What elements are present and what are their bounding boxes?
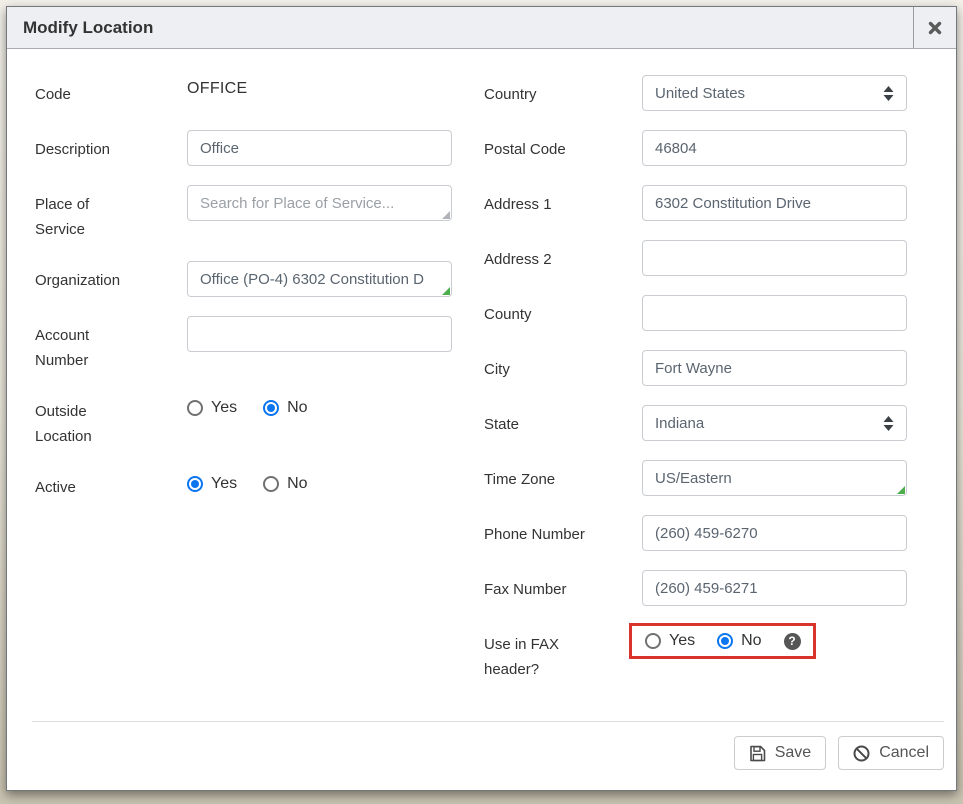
radio-label: Yes: [211, 475, 237, 493]
use-in-fax-header-label: Use in FAX header?: [484, 625, 642, 682]
country-label: Country: [484, 75, 642, 107]
postal-code-label: Postal Code: [484, 130, 642, 162]
field-fax-number: Fax Number: [484, 570, 912, 606]
close-icon: [928, 21, 942, 35]
code-label: Code: [35, 75, 187, 107]
radio-icon: [645, 633, 661, 649]
time-zone-label: Time Zone: [484, 460, 642, 492]
save-button[interactable]: Save: [734, 736, 826, 770]
outside-location-label: Outside Location: [35, 392, 187, 449]
address-2-input[interactable]: [642, 240, 907, 276]
modal-footer: Save Cancel: [7, 721, 956, 790]
field-code: Code OFFICE: [35, 75, 453, 111]
modify-location-modal: Modify Location Code OFFICE Description …: [6, 6, 957, 791]
county-label: County: [484, 295, 642, 327]
modal-body: Code OFFICE Description Place of Service…: [7, 49, 956, 682]
field-address-2: Address 2: [484, 240, 912, 276]
active-radio-yes[interactable]: Yes: [187, 475, 237, 493]
phone-number-input[interactable]: [642, 515, 907, 551]
state-select[interactable]: Indiana: [642, 405, 907, 441]
cancel-button-label: Cancel: [879, 744, 929, 762]
cancel-button[interactable]: Cancel: [838, 736, 944, 770]
use-in-fax-header-radio-no[interactable]: No: [717, 632, 761, 650]
address-2-label: Address 2: [484, 240, 642, 272]
active-radios: Yes No: [187, 468, 334, 493]
address-1-input[interactable]: [642, 185, 907, 221]
county-input[interactable]: [642, 295, 907, 331]
field-phone-number: Phone Number: [484, 515, 912, 551]
chevron-updown-icon: [883, 86, 894, 101]
organization-label: Organization: [35, 261, 187, 293]
field-city: City: [484, 350, 912, 386]
field-active: Active Yes No: [35, 468, 453, 504]
country-select[interactable]: United States: [642, 75, 907, 111]
active-radio-no[interactable]: No: [263, 475, 307, 493]
field-place-of-service: Place of Service: [35, 185, 453, 242]
postal-code-input[interactable]: [642, 130, 907, 166]
phone-number-label: Phone Number: [484, 515, 642, 547]
chevron-updown-icon: [883, 416, 894, 431]
active-label: Active: [35, 468, 187, 500]
modal-title: Modify Location: [7, 7, 913, 48]
field-county: County: [484, 295, 912, 331]
highlight-box: Yes No ?: [629, 623, 816, 659]
resize-corner-icon: [897, 486, 905, 494]
radio-label: No: [741, 632, 761, 650]
use-in-fax-header-radio-yes[interactable]: Yes: [645, 632, 695, 650]
country-select-value: United States: [655, 85, 883, 102]
outside-location-radio-no[interactable]: No: [263, 399, 307, 417]
state-select-value: Indiana: [655, 415, 883, 432]
field-outside-location: Outside Location Yes No: [35, 392, 453, 449]
description-input[interactable]: [187, 130, 452, 166]
save-icon: [749, 745, 766, 762]
right-column: Country United States Postal Code Addres…: [484, 75, 912, 682]
left-column: Code OFFICE Description Place of Service…: [35, 75, 453, 682]
field-organization: Organization: [35, 261, 453, 297]
fax-number-input[interactable]: [642, 570, 907, 606]
field-postal-code: Postal Code: [484, 130, 912, 166]
field-address-1: Address 1: [484, 185, 912, 221]
resize-corner-icon: [442, 211, 450, 219]
field-time-zone: Time Zone: [484, 460, 912, 496]
modal-header: Modify Location: [7, 7, 956, 49]
radio-icon: [187, 476, 203, 492]
help-icon[interactable]: ?: [784, 633, 801, 650]
radio-label: Yes: [211, 399, 237, 417]
radio-icon: [187, 400, 203, 416]
use-in-fax-header-radios: Yes No: [645, 632, 784, 650]
outside-location-radios: Yes No: [187, 392, 334, 417]
account-number-label: Account Number: [35, 316, 187, 373]
place-of-service-label: Place of Service: [35, 185, 187, 242]
city-label: City: [484, 350, 642, 382]
time-zone-input[interactable]: [642, 460, 907, 496]
field-account-number: Account Number: [35, 316, 453, 373]
state-label: State: [484, 405, 642, 437]
resize-corner-icon: [442, 287, 450, 295]
radio-label: No: [287, 475, 307, 493]
fax-number-label: Fax Number: [484, 570, 642, 602]
outside-location-radio-yes[interactable]: Yes: [187, 399, 237, 417]
radio-icon: [263, 400, 279, 416]
city-input[interactable]: [642, 350, 907, 386]
place-of-service-input[interactable]: [187, 185, 452, 221]
field-use-in-fax-header: Use in FAX header? Yes No ?: [484, 625, 912, 682]
account-number-input[interactable]: [187, 316, 452, 352]
radio-label: Yes: [669, 632, 695, 650]
organization-input[interactable]: [187, 261, 452, 297]
save-button-label: Save: [775, 744, 811, 762]
field-country: Country United States: [484, 75, 912, 111]
radio-icon: [263, 476, 279, 492]
address-1-label: Address 1: [484, 185, 642, 217]
radio-label: No: [287, 399, 307, 417]
code-value: OFFICE: [187, 75, 247, 98]
cancel-icon: [853, 745, 870, 762]
close-button[interactable]: [913, 7, 956, 48]
field-description: Description: [35, 130, 453, 166]
field-state: State Indiana: [484, 405, 912, 441]
description-label: Description: [35, 130, 187, 162]
radio-icon: [717, 633, 733, 649]
